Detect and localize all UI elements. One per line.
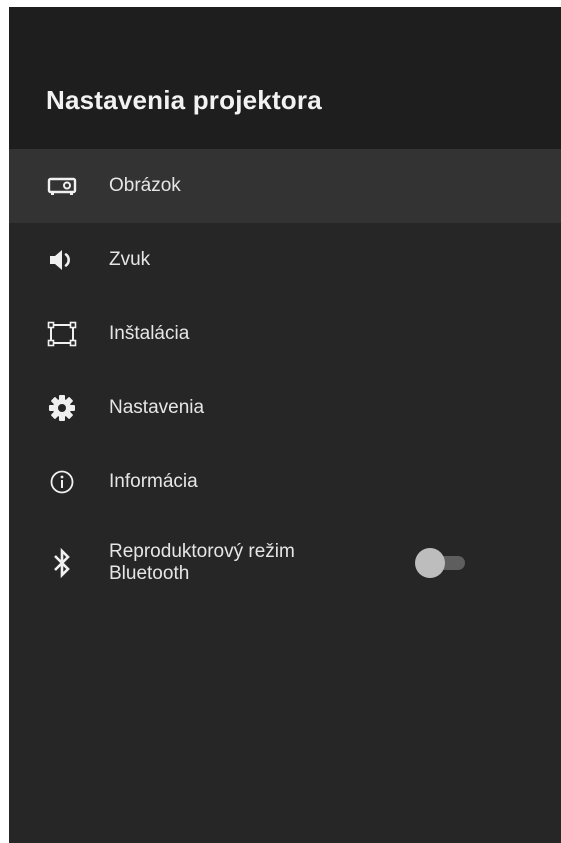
speaker-volume-icon [47, 245, 77, 275]
menu-item-label: Inštalácia [109, 323, 190, 344]
menu-item-picture[interactable]: Obrázok [9, 149, 561, 223]
menu-item-label: Zvuk [109, 249, 151, 270]
menu-item-label: Obrázok [109, 175, 181, 196]
toggle-thumb [415, 548, 445, 578]
gear-icon [47, 393, 77, 423]
projector-icon [47, 171, 77, 201]
page-title: Nastavenia projektora [46, 85, 322, 115]
menu-item-label: Reproduktorový režim Bluetooth [109, 541, 295, 585]
bluetooth-label-line1: Reproduktorový režim [109, 541, 295, 562]
bluetooth-label-line2: Bluetooth [109, 563, 190, 584]
bluetooth-icon [47, 548, 77, 578]
menu-item-information[interactable]: Informácia [9, 445, 561, 519]
menu-item-bluetooth-speaker-mode[interactable]: Reproduktorový režim Bluetooth [9, 521, 561, 605]
settings-menu: Obrázok Zvuk Inštalácia Nastavenia Infor… [9, 149, 561, 605]
frame-corners-icon [47, 319, 77, 349]
menu-item-settings[interactable]: Nastavenia [9, 371, 561, 445]
menu-item-installation[interactable]: Inštalácia [9, 297, 561, 371]
header: Nastavenia projektora [9, 7, 561, 149]
menu-item-label: Informácia [109, 471, 198, 492]
menu-item-sound[interactable]: Zvuk [9, 223, 561, 297]
info-icon [47, 467, 77, 497]
bluetooth-speaker-toggle[interactable] [415, 548, 467, 578]
settings-panel: Nastavenia projektora Obrázok Zvuk Inšta… [9, 7, 561, 843]
menu-item-label: Nastavenia [109, 397, 205, 418]
